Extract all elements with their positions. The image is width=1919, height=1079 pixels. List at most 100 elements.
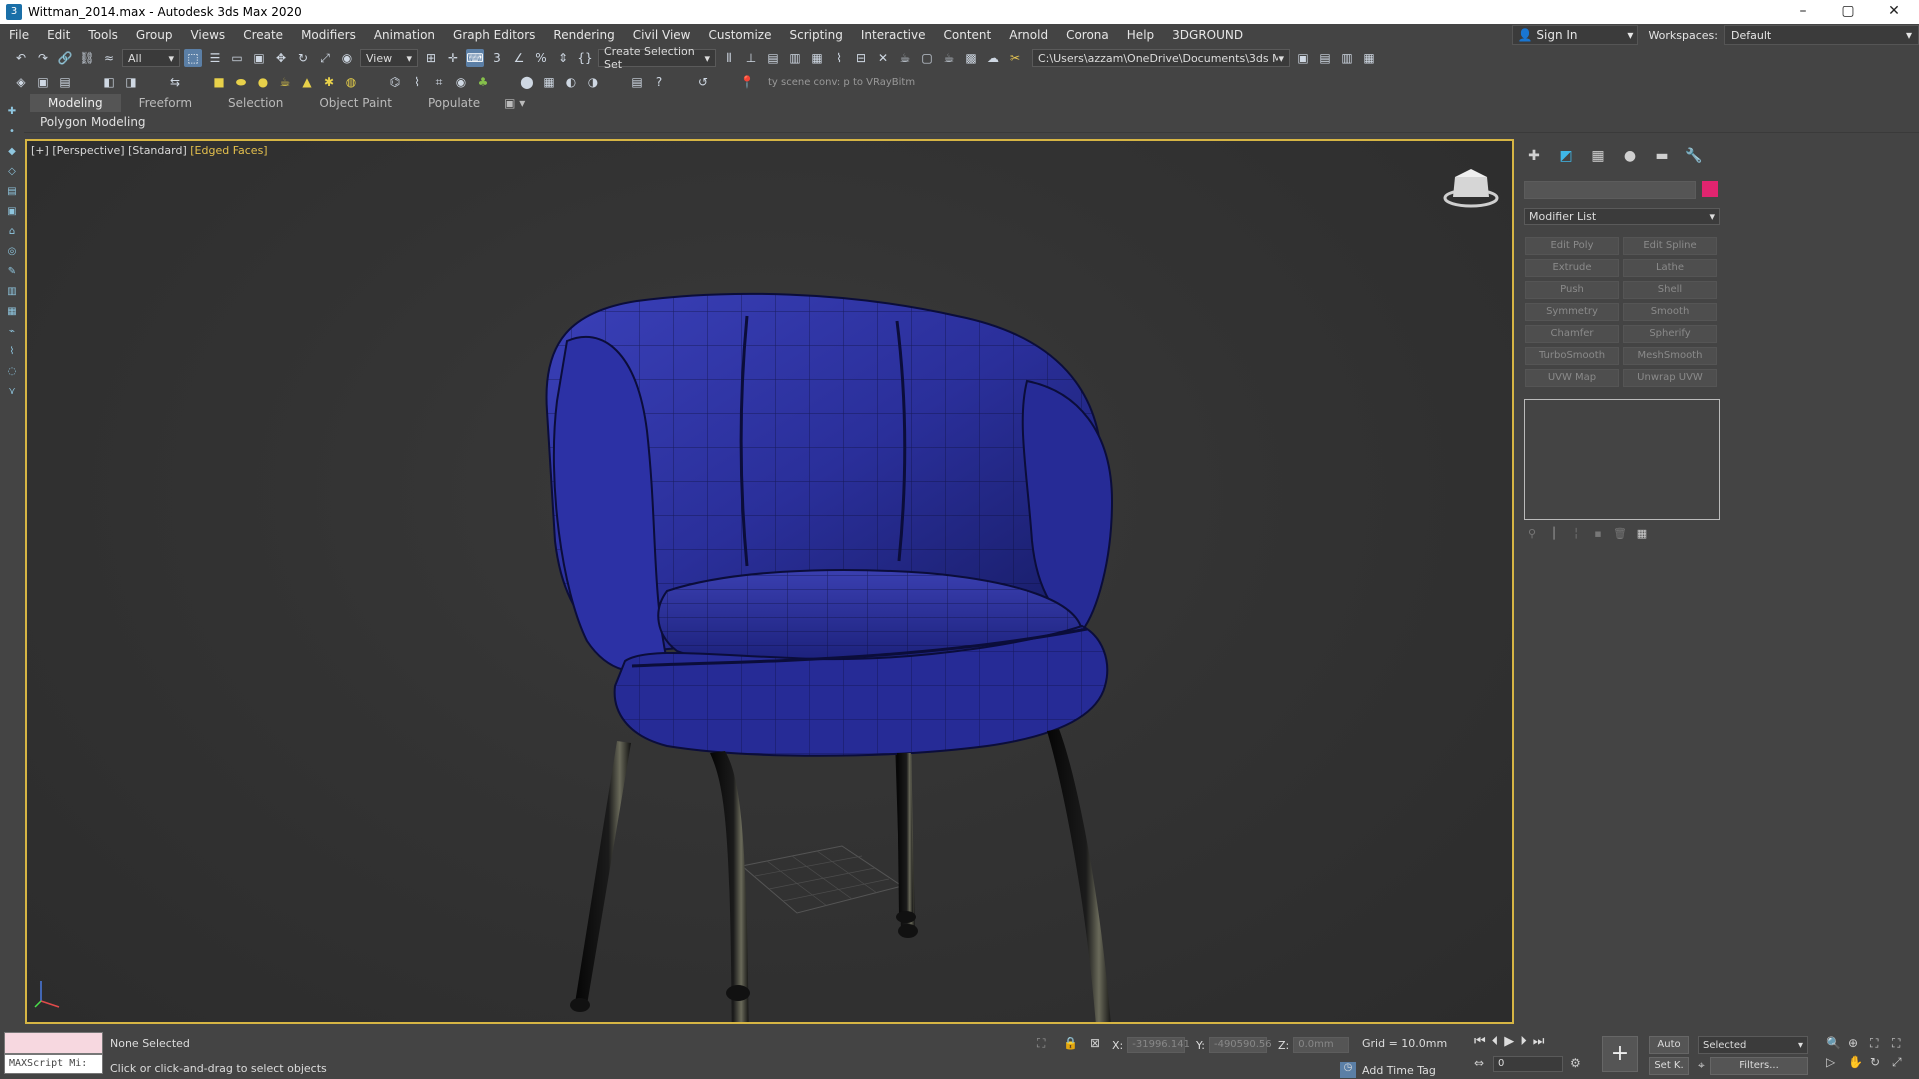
menu-file[interactable]: File	[0, 24, 38, 46]
hierarchy-tab-icon[interactable]: ▦	[1589, 147, 1607, 165]
vray-texture-icon[interactable]: ▦	[540, 73, 558, 91]
angle-snap-icon[interactable]: ∠	[510, 49, 528, 67]
bind-space-warp-icon[interactable]: ≈	[100, 49, 118, 67]
teapot-icon[interactable]: ☕	[276, 73, 294, 91]
minimize-button[interactable]: –	[1781, 0, 1825, 24]
trash-icon[interactable]: 🗑	[1613, 527, 1627, 541]
menu-tools[interactable]: Tools	[79, 24, 127, 46]
redo-icon[interactable]: ↷	[34, 49, 52, 67]
snaps-toggle-icon[interactable]: 3	[488, 49, 506, 67]
tab-modeling[interactable]: Modeling	[30, 94, 121, 112]
material-editor-icon[interactable]: ✕	[874, 49, 892, 67]
maxscript-input[interactable]: MAXScript Mi:	[4, 1054, 103, 1074]
x-value[interactable]: -31996.141	[1127, 1037, 1190, 1053]
refresh-icon[interactable]: ↺	[694, 73, 712, 91]
key-filter-dropdown[interactable]: Selected ▾	[1698, 1036, 1808, 1054]
menu-views[interactable]: Views	[181, 24, 234, 46]
menu-help[interactable]: Help	[1118, 24, 1163, 46]
key-filters-button[interactable]: Filters...	[1710, 1057, 1808, 1075]
vray-plane-icon[interactable]: ⌗	[430, 73, 448, 91]
push-button[interactable]: Push	[1525, 281, 1619, 299]
scissors-icon[interactable]: ✂	[1006, 49, 1024, 67]
spinner-snap-icon[interactable]: ⇕	[554, 49, 572, 67]
previous-frame-icon[interactable]: ⏴	[1492, 1034, 1499, 1049]
next-frame-icon[interactable]: ⏵	[1520, 1034, 1527, 1049]
zoom-extents-all-icon[interactable]: ⛶	[1892, 1036, 1910, 1051]
time-configuration-icon[interactable]: ⚙	[1570, 1056, 1581, 1070]
motion-tab-icon[interactable]: ●	[1621, 147, 1639, 165]
pin-stack-icon[interactable]: ⚲	[1525, 527, 1539, 541]
select-object-icon[interactable]: ⬚	[184, 49, 202, 67]
align-icon[interactable]: ⊥	[742, 49, 760, 67]
tab-object-paint[interactable]: Object Paint	[301, 94, 410, 112]
turbosmooth-button[interactable]: TurboSmooth	[1525, 347, 1619, 365]
menu-scripting[interactable]: Scripting	[780, 24, 851, 46]
rectangular-selection-icon[interactable]: ▭	[228, 49, 246, 67]
shapes-icon[interactable]: ◇	[6, 166, 18, 178]
meshsmooth-button[interactable]: MeshSmooth	[1623, 347, 1717, 365]
zoom-extents-icon[interactable]: ⛶	[1870, 1036, 1888, 1051]
menu-animation[interactable]: Animation	[365, 24, 444, 46]
configure-modifier-sets-icon[interactable]: ▦	[1635, 527, 1649, 541]
render-iterative-icon[interactable]: ▩	[962, 49, 980, 67]
lock-icon[interactable]: 🔒	[1063, 1036, 1078, 1050]
helpers-icon[interactable]: ⌂	[6, 226, 18, 238]
edit-spline-button[interactable]: Edit Spline	[1623, 237, 1717, 255]
render-in-cloud-icon[interactable]: ☁	[984, 49, 1002, 67]
tool-e-icon[interactable]: ◌	[6, 366, 18, 378]
menu-customize[interactable]: Customize	[699, 24, 780, 46]
shell-button[interactable]: Shell	[1623, 281, 1717, 299]
rotate-icon[interactable]: ↻	[294, 49, 312, 67]
project-new-icon[interactable]: ▦	[1360, 49, 1378, 67]
show-end-result-icon[interactable]: ┃	[1547, 527, 1561, 541]
maximize-viewport-icon[interactable]: ⤢	[1892, 1055, 1910, 1070]
lathe-button[interactable]: Lathe	[1623, 259, 1717, 277]
percent-snap-icon[interactable]: %	[532, 49, 550, 67]
systems-icon[interactable]: ✎	[6, 266, 18, 278]
curve-editor-icon[interactable]: ⌇	[830, 49, 848, 67]
tool-b-icon[interactable]: ▦	[6, 306, 18, 318]
schematic-view-icon[interactable]: ⊟	[852, 49, 870, 67]
move-icon[interactable]: ✥	[272, 49, 290, 67]
maxscript-listener[interactable]: MAXScript Mi:	[4, 1032, 103, 1076]
vray-frame-icon[interactable]: ▣	[34, 73, 52, 91]
vray-env-icon[interactable]: ◐	[562, 73, 580, 91]
vray-proxy-icon[interactable]: ⌬	[386, 73, 404, 91]
set-key-button[interactable]: Set K.	[1649, 1057, 1689, 1075]
tab-freeform[interactable]: Freeform	[121, 94, 210, 112]
smooth-button[interactable]: Smooth	[1623, 303, 1717, 321]
zoom-icon[interactable]: 🔍	[1826, 1036, 1844, 1051]
mirror-icon[interactable]: ⫴	[720, 49, 738, 67]
menu-arnold[interactable]: Arnold	[1000, 24, 1057, 46]
vray-sphere-icon[interactable]: ◉	[452, 73, 470, 91]
dot-icon[interactable]: •	[6, 126, 18, 138]
toggle-layer-explorer-icon[interactable]: ▥	[786, 49, 804, 67]
edit-named-selection-icon[interactable]: {}	[576, 49, 594, 67]
modifier-list-dropdown[interactable]: Modifier List ▾	[1524, 208, 1720, 225]
keyboard-shortcut-override-icon[interactable]: ⌨	[466, 49, 484, 67]
viewcube[interactable]	[1443, 169, 1499, 208]
tool-f-icon[interactable]: ⋎	[6, 386, 18, 398]
cameras-icon[interactable]: ▣	[6, 206, 18, 218]
lights-icon[interactable]: ▤	[6, 186, 18, 198]
render-production-icon[interactable]: ☕	[940, 49, 958, 67]
menu-modifiers[interactable]: Modifiers	[292, 24, 365, 46]
toggle-ribbon-icon[interactable]: ▦	[808, 49, 826, 67]
menu-content[interactable]: Content	[935, 24, 1001, 46]
create-tab-icon[interactable]: ✚	[1525, 147, 1543, 165]
rendered-frame-window-icon[interactable]: ▢	[918, 49, 936, 67]
menu-civil-view[interactable]: Civil View	[624, 24, 700, 46]
vray-color-icon[interactable]: ◑	[584, 73, 602, 91]
display-tab-icon[interactable]: ▬	[1653, 147, 1671, 165]
zoom-all-icon[interactable]: ⊕	[1848, 1036, 1866, 1051]
spherify-button[interactable]: Spherify	[1623, 325, 1717, 343]
set-project-folder-icon[interactable]: ▣	[1294, 49, 1312, 67]
current-frame-field[interactable]: 0	[1493, 1056, 1563, 1072]
field-of-view-icon[interactable]: ▷	[1826, 1055, 1844, 1070]
cylinder-icon[interactable]: ⬬	[232, 73, 250, 91]
object-name-field[interactable]	[1524, 181, 1696, 199]
close-button[interactable]: ✕	[1872, 0, 1916, 24]
named-selection-set-dropdown[interactable]: Create Selection Set ▾	[598, 45, 716, 71]
vray-render-icon[interactable]: ▤	[56, 73, 74, 91]
workspace-dropdown[interactable]: Default ▾	[1724, 25, 1919, 45]
